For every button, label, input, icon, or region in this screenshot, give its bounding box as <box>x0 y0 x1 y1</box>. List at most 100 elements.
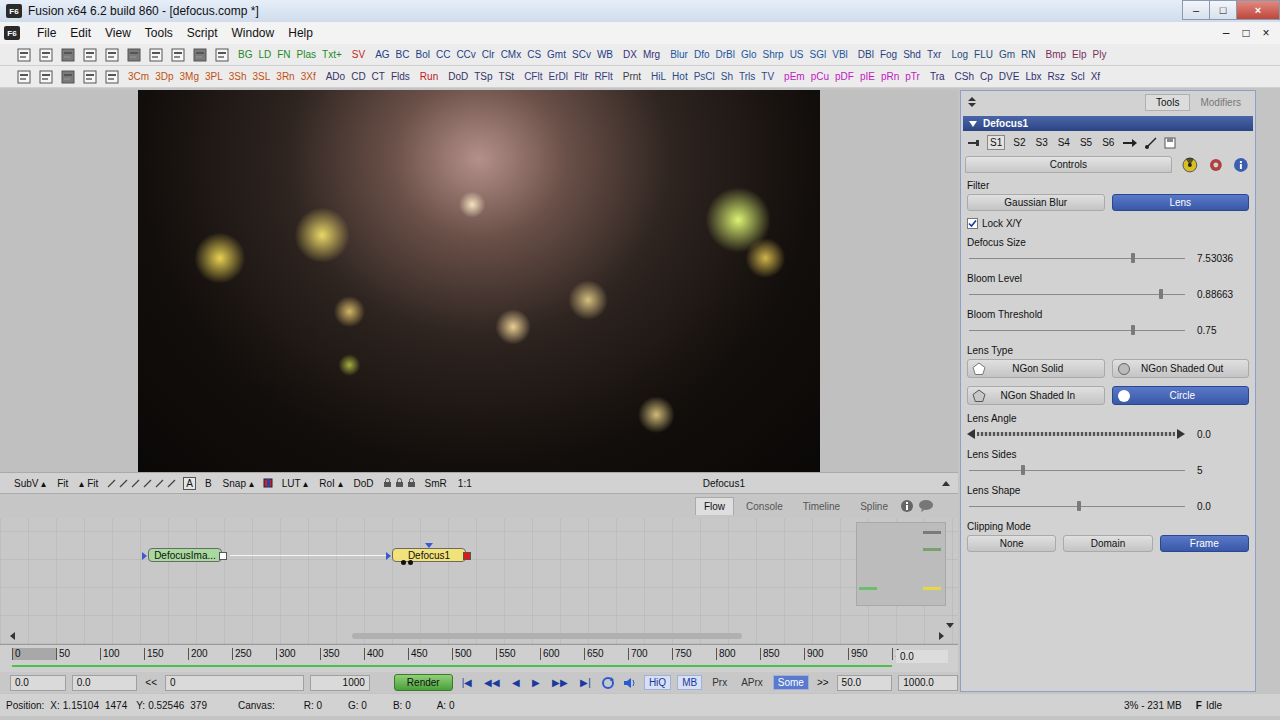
toolbar-icon[interactable] <box>104 69 120 85</box>
tool-button[interactable]: Glo <box>741 49 757 60</box>
lens-type-button[interactable]: NGon Solid <box>967 359 1105 378</box>
version-button[interactable]: S3 <box>1033 136 1049 149</box>
tool-button[interactable]: SGl <box>810 49 827 60</box>
menu-item[interactable]: Help <box>281 26 320 40</box>
menu-item[interactable]: View <box>98 26 138 40</box>
lens-type-button[interactable]: Circle <box>1112 386 1250 405</box>
draw-tool-icon[interactable] <box>119 479 128 488</box>
step-field[interactable]: 50.0 <box>837 675 893 691</box>
toolbar-icon[interactable] <box>192 47 208 63</box>
render-option-button[interactable]: Prx <box>708 676 731 689</box>
tool-button[interactable]: CC <box>436 49 450 60</box>
window-control-button[interactable]: – <box>1182 0 1210 20</box>
viewer-toolbar-button[interactable]: SubV ▴ <box>12 478 48 489</box>
render-range[interactable] <box>12 665 892 667</box>
tool-button[interactable]: CMx <box>501 49 522 60</box>
tool-button[interactable]: DoD <box>448 71 468 82</box>
tool-button[interactable]: Lbx <box>1025 71 1041 82</box>
document-control-button[interactable]: × <box>1260 26 1272 40</box>
loop-icon[interactable] <box>600 676 616 690</box>
collapse-icon[interactable] <box>967 95 977 109</box>
value-field[interactable]: 5 <box>1193 465 1249 476</box>
viewer-toolbar-button[interactable]: 1:1 <box>456 478 474 489</box>
viewer-toolbar-button[interactable]: A <box>183 477 196 490</box>
render-start-field[interactable]: 0.0 <box>72 675 138 691</box>
draw-tool-icon[interactable] <box>143 479 152 488</box>
menu-item[interactable]: Tools <box>138 26 180 40</box>
gear-icon[interactable] <box>1208 157 1224 173</box>
toolbar-icon[interactable] <box>82 47 98 63</box>
tool-button[interactable]: Ply <box>1093 49 1107 60</box>
document-control-button[interactable]: – <box>1220 26 1232 40</box>
tool-button[interactable]: 3PL <box>205 71 223 82</box>
tool-button[interactable]: Dfo <box>694 49 710 60</box>
playback-button[interactable]: ▶| <box>577 677 594 688</box>
tool-button[interactable]: Trls <box>739 71 755 82</box>
toolbar-icon[interactable] <box>60 47 76 63</box>
tool-button[interactable]: pIE <box>860 71 875 82</box>
toolbar-icon[interactable] <box>16 47 32 63</box>
version-button[interactable]: S6 <box>1100 136 1116 149</box>
tool-button[interactable]: Blur <box>670 49 688 60</box>
tool-button[interactable]: TSp <box>474 71 492 82</box>
global-start-field[interactable]: 0.0 <box>10 675 66 691</box>
tool-button[interactable]: Plas <box>297 49 316 60</box>
flow-node[interactable]: DefocusIma... <box>148 548 222 562</box>
menu-item[interactable]: Window <box>225 26 282 40</box>
tool-button[interactable]: CCv <box>456 49 475 60</box>
tool-button[interactable]: Xf <box>1091 71 1100 82</box>
tool-button[interactable]: Cp <box>980 71 993 82</box>
document-control-button[interactable]: □ <box>1240 26 1252 40</box>
expanded-icon[interactable] <box>969 120 977 128</box>
toolbar-icon[interactable] <box>170 47 186 63</box>
draw-tool-icon[interactable] <box>107 479 116 488</box>
tool-button[interactable]: Txt+ <box>322 49 342 60</box>
tool-button[interactable]: Tra <box>930 71 945 82</box>
tool-button[interactable]: Prnt <box>623 71 641 82</box>
toolbar-icon[interactable] <box>214 47 230 63</box>
draw-tool-icon[interactable] <box>155 479 164 488</box>
menu-item[interactable]: File <box>30 26 63 40</box>
option-button[interactable]: Gaussian Blur <box>967 194 1105 211</box>
viewer-toolbar-button[interactable]: Fit <box>55 478 70 489</box>
tool-button[interactable]: Fog <box>880 49 897 60</box>
output-icon[interactable] <box>219 552 227 560</box>
tool-button[interactable]: Scl <box>1071 71 1085 82</box>
tool-button[interactable]: Run <box>420 71 438 82</box>
playback-button[interactable]: ◀◀ <box>481 677 503 688</box>
tool-button[interactable]: BC <box>396 49 410 60</box>
value-field[interactable]: 7.53036 <box>1193 253 1249 264</box>
tool-button[interactable]: Rsz <box>1048 71 1065 82</box>
slider-thumb[interactable] <box>1159 289 1163 299</box>
scroll-right-icon[interactable] <box>939 632 944 640</box>
value-field[interactable]: 0.88663 <box>1193 289 1249 300</box>
version-button[interactable]: S5 <box>1078 136 1094 149</box>
slider-track[interactable] <box>969 470 1185 471</box>
tool-button[interactable]: Txr <box>927 49 941 60</box>
tool-button[interactable]: Mrg <box>643 49 660 60</box>
viewer-toolbar-button[interactable]: ▴ Fit <box>77 478 100 489</box>
flow-tab[interactable]: Flow <box>695 497 734 515</box>
flow-node[interactable]: Defocus1 <box>392 548 466 562</box>
window-control-button[interactable]: □ <box>1209 0 1237 20</box>
playback-button[interactable]: ▶▶ <box>549 677 571 688</box>
tool-button[interactable]: DX <box>623 49 637 60</box>
radioactive-icon[interactable] <box>1182 157 1198 173</box>
slider-track[interactable] <box>969 294 1185 295</box>
tool-button[interactable]: 3Xf <box>301 71 316 82</box>
tool-button[interactable]: SCv <box>572 49 591 60</box>
toolbar-icon[interactable] <box>16 69 32 85</box>
tool-button[interactable]: Gm <box>999 49 1015 60</box>
toolbar-icon[interactable] <box>38 69 54 85</box>
tool-button[interactable]: DVE <box>999 71 1020 82</box>
tool-button[interactable]: FLU <box>974 49 993 60</box>
slider-track[interactable] <box>969 330 1185 331</box>
tool-button[interactable]: Flds <box>391 71 410 82</box>
viewer-toolbar-button[interactable]: LUT ▴ <box>280 478 311 489</box>
tool-button[interactable]: VBl <box>832 49 848 60</box>
render-option-button[interactable]: HiQ <box>644 675 671 690</box>
jump-start-button[interactable]: << <box>143 677 159 688</box>
tool-button[interactable]: 3Cm <box>128 71 149 82</box>
toolbar-icon[interactable] <box>126 47 142 63</box>
toolbar-icon[interactable] <box>82 69 98 85</box>
